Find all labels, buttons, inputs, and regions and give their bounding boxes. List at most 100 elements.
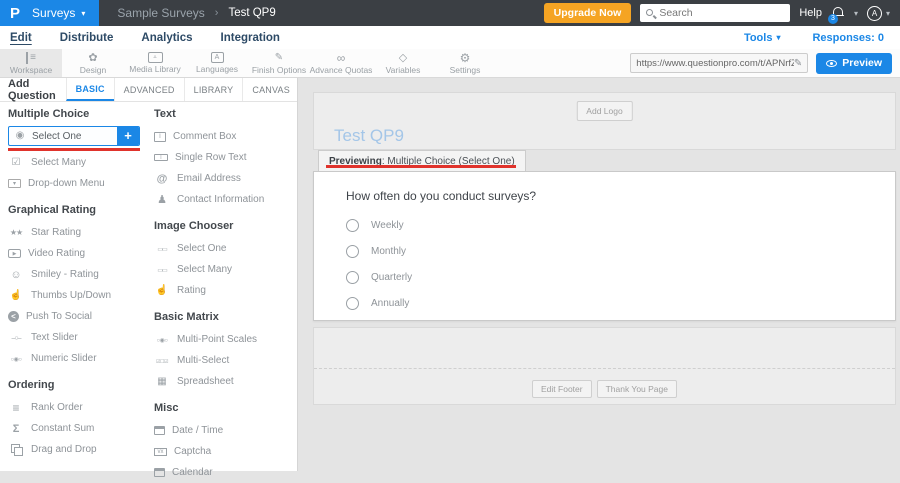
radio-button[interactable] — [346, 297, 359, 310]
workspace-icon — [26, 52, 36, 64]
question-type-select-one[interactable]: Select One + — [8, 126, 140, 146]
image-pair-icon — [154, 243, 170, 255]
toolbar-workspace[interactable]: Workspace — [0, 49, 62, 77]
footer-divider — [314, 368, 895, 369]
survey-url-input[interactable] — [636, 58, 794, 69]
breadcrumb-parent[interactable]: Sample Surveys — [117, 6, 204, 20]
preview-button[interactable]: Preview — [816, 53, 892, 74]
edit-footer-button[interactable]: Edit Footer — [532, 380, 592, 398]
toolbar-variables[interactable]: Variables — [372, 49, 434, 77]
tools-menu[interactable]: Tools ▾ — [744, 32, 781, 44]
top-header-bar: P Surveys ▾ Sample Surveys › Test QP9 Up… — [0, 0, 900, 26]
question-type-label: Date / Time — [172, 425, 223, 436]
search-icon — [645, 8, 656, 19]
question-type-label: Select One — [28, 131, 117, 142]
toolbar-finish-options[interactable]: Finish Options — [248, 49, 310, 77]
search-box[interactable] — [640, 4, 790, 22]
toolbar-design[interactable]: Design — [62, 49, 124, 77]
question-type-dropdown-menu[interactable]: Drop-down Menu — [8, 173, 148, 194]
answer-option-quarterly[interactable]: Quarterly — [346, 264, 895, 290]
textarea-icon — [154, 132, 166, 142]
thank-you-page-button[interactable]: Thank You Page — [597, 380, 677, 398]
responses-link[interactable]: Responses: 0 — [812, 32, 884, 44]
question-type-constant-sum[interactable]: Constant Sum — [8, 418, 148, 439]
tab-advanced[interactable]: ADVANCED — [114, 78, 184, 101]
nav-tab-integration[interactable]: Integration — [221, 32, 280, 44]
video-icon — [8, 249, 21, 258]
preview-button-label: Preview — [842, 57, 882, 69]
radio-button[interactable] — [346, 219, 359, 232]
notifications-button[interactable]: 3 — [831, 6, 845, 21]
survey-title[interactable]: Test QP9 — [334, 126, 404, 146]
tab-library[interactable]: LIBRARY — [184, 78, 243, 101]
answer-option-monthly[interactable]: Monthly — [346, 238, 895, 264]
tab-basic[interactable]: BASIC — [66, 78, 114, 101]
radio-button[interactable] — [346, 245, 359, 258]
at-sign-icon — [154, 173, 170, 185]
search-input[interactable] — [659, 7, 785, 19]
question-type-calendar[interactable]: Calendar — [154, 462, 297, 483]
answer-option-weekly[interactable]: Weekly — [346, 212, 895, 238]
question-type-multi-point-scales[interactable]: Multi-Point Scales — [154, 329, 297, 350]
question-type-image-select-one[interactable]: Select One — [154, 238, 297, 259]
question-type-date-time[interactable]: Date / Time — [154, 420, 297, 441]
add-question-header: Add Question BASIC ADVANCED LIBRARY CANV… — [0, 78, 297, 102]
toolbar-media-library[interactable]: Media Library — [124, 49, 186, 77]
chevron-down-icon: ▾ — [854, 9, 858, 18]
question-text[interactable]: How often do you conduct surveys? — [346, 189, 895, 203]
question-type-video-rating[interactable]: Video Rating — [8, 243, 148, 264]
upgrade-now-button[interactable]: Upgrade Now — [544, 3, 632, 23]
question-type-select-many[interactable]: Select Many — [8, 152, 148, 173]
add-question-panel: Add Question BASIC ADVANCED LIBRARY CANV… — [0, 78, 298, 471]
question-type-image-rating[interactable]: Rating — [154, 280, 297, 301]
thumb-icon — [154, 285, 170, 297]
question-type-image-select-many[interactable]: Select Many — [154, 259, 297, 280]
question-type-text-slider[interactable]: Text Slider — [8, 327, 148, 348]
survey-preview-area: Add Logo Test QP9 Previewing : Multiple … — [298, 78, 900, 471]
toolbar-item-label: Media Library — [129, 64, 181, 74]
question-type-push-to-social[interactable]: Push To Social — [8, 306, 148, 327]
question-type-email-address[interactable]: Email Address — [154, 168, 297, 189]
toolbar-languages[interactable]: Languages — [186, 49, 248, 77]
toolbar-settings[interactable]: Settings — [434, 49, 496, 77]
add-question-plus-button[interactable]: + — [117, 127, 139, 145]
nav-tab-distribute[interactable]: Distribute — [60, 32, 114, 44]
tab-canvas[interactable]: CANVAS — [242, 78, 299, 101]
add-logo-button[interactable]: Add Logo — [576, 101, 632, 121]
question-type-multi-select[interactable]: Multi-Select — [154, 350, 297, 371]
question-type-captcha[interactable]: Captcha — [154, 441, 297, 462]
question-type-comment-box[interactable]: Comment Box — [154, 126, 297, 147]
surveys-menu[interactable]: Surveys ▾ — [32, 6, 85, 20]
section-image-chooser: Image Chooser Select One Select Many Rat… — [154, 220, 297, 301]
question-type-drag-and-drop[interactable]: Drag and Drop — [8, 439, 148, 460]
toolbar-advance-quotas[interactable]: Advance Quotas — [310, 49, 372, 77]
section-multiple-choice: Multiple Choice Select One + Select Many… — [8, 108, 148, 194]
question-type-label: Drop-down Menu — [28, 178, 105, 189]
nav-tab-analytics[interactable]: Analytics — [141, 32, 192, 44]
question-type-spreadsheet[interactable]: Spreadsheet — [154, 371, 297, 392]
question-type-label: Contact Information — [177, 194, 264, 205]
captcha-icon — [154, 448, 167, 456]
section-ordering: Ordering Rank Order Constant Sum Drag an… — [8, 379, 148, 460]
help-link[interactable]: Help — [799, 7, 822, 19]
nav-tab-edit[interactable]: Edit — [10, 32, 32, 44]
question-type-single-row-text[interactable]: Single Row Text — [154, 147, 297, 168]
sigma-icon — [8, 423, 24, 435]
toolbar-item-label: Settings — [450, 65, 481, 75]
share-icon — [8, 311, 19, 322]
radio-button[interactable] — [346, 271, 359, 284]
edit-url-pencil-icon[interactable]: ✎ — [794, 58, 802, 69]
questionpro-logo[interactable]: P — [10, 5, 20, 22]
breadcrumb-separator-icon: › — [215, 7, 219, 19]
answer-option-annually[interactable]: Annually — [346, 290, 895, 316]
question-type-star-rating[interactable]: Star Rating — [8, 222, 148, 243]
eye-icon — [826, 60, 837, 67]
question-type-contact-information[interactable]: Contact Information — [154, 189, 297, 210]
account-menu[interactable]: A ▾ — [867, 6, 890, 21]
question-type-label: Single Row Text — [175, 152, 247, 163]
question-type-smiley-rating[interactable]: Smiley - Rating — [8, 264, 148, 285]
question-type-numeric-slider[interactable]: Numeric Slider — [8, 348, 148, 369]
section-heading: Ordering — [8, 379, 148, 391]
question-type-thumbs-up-down[interactable]: Thumbs Up/Down — [8, 285, 148, 306]
question-type-rank-order[interactable]: Rank Order — [8, 397, 148, 418]
